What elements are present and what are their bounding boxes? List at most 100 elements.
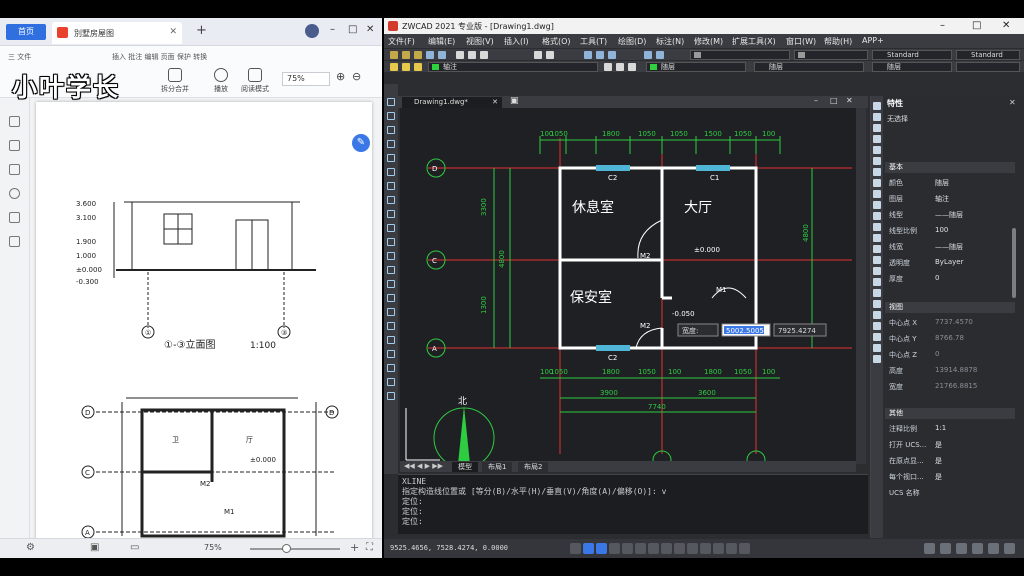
zoom-slider-track[interactable]: [250, 548, 340, 550]
draw-tool-icon[interactable]: [387, 196, 395, 204]
property-value[interactable]: ——随层: [935, 210, 963, 220]
cad-floor-plan[interactable]: D C A 100 1050 1800 1050 1050 1500 1050 …: [400, 108, 856, 464]
command-prompt[interactable]: 定位:: [402, 517, 864, 527]
draw-tool-icon[interactable]: [387, 210, 395, 218]
zoom-window-icon[interactable]: [608, 51, 616, 59]
split-merge-button[interactable]: 拆分合并: [158, 68, 192, 96]
drawing1-tab[interactable]: Drawing1.dwg* ✕: [402, 97, 502, 108]
paste-icon[interactable]: [480, 51, 488, 59]
status-toggle-icon[interactable]: [648, 543, 659, 554]
status-tool-icon[interactable]: [956, 543, 967, 554]
menu-window[interactable]: 窗口(W): [786, 36, 816, 47]
redo-icon[interactable]: [546, 51, 554, 59]
tab-layout1[interactable]: 布局1: [482, 462, 513, 472]
modify-tool-icon[interactable]: [873, 124, 881, 132]
properties-scrollbar[interactable]: [1012, 228, 1016, 298]
status-toggle-icon[interactable]: [661, 543, 672, 554]
textstyle-combo[interactable]: [690, 50, 790, 60]
draw-tool-icon[interactable]: [387, 322, 395, 330]
property-row-view[interactable]: 中心点 Y 8766.78: [889, 334, 1015, 348]
modify-tool-icon[interactable]: [873, 256, 881, 264]
menu-view[interactable]: 视图(V): [466, 36, 494, 47]
draw-tool-icon[interactable]: [387, 182, 395, 190]
style-combo-2[interactable]: Standard: [956, 50, 1020, 60]
property-row-view[interactable]: 中心点 X 7737.4570: [889, 318, 1015, 332]
property-value[interactable]: 8766.78: [935, 334, 964, 342]
group-view[interactable]: 视图: [885, 302, 1015, 313]
zoom-out-icon[interactable]: ⊖: [352, 70, 361, 83]
property-row-other[interactable]: 打开 UCS... 是: [889, 440, 1015, 454]
menu-edit[interactable]: 编辑(E): [428, 36, 455, 47]
draw-tool-icon[interactable]: [387, 336, 395, 344]
panel-close-icon[interactable]: ✕: [1009, 98, 1016, 107]
zoom-slider-handle[interactable]: [282, 544, 291, 553]
zoom-in-icon[interactable]: ⊕: [336, 70, 345, 83]
modify-tool-icon[interactable]: [873, 179, 881, 187]
play-button[interactable]: 播放: [204, 68, 238, 96]
draw-tool-icon[interactable]: [387, 350, 395, 358]
modify-tool-icon[interactable]: [873, 223, 881, 231]
new-file-icon[interactable]: [390, 51, 398, 59]
property-row-other[interactable]: 注释比例 1:1: [889, 424, 1015, 438]
properties-icon[interactable]: [644, 51, 652, 59]
status-tool-icon[interactable]: [972, 543, 983, 554]
status-tool-icon[interactable]: [1004, 543, 1015, 554]
menu-insert[interactable]: 插入(I): [504, 36, 529, 47]
draw-tool-icon[interactable]: [387, 308, 395, 316]
property-row-basic[interactable]: 图层 轴注: [889, 194, 1015, 208]
ribbon-menu-tabs[interactable]: 插入 批注 编辑 页面 保护 转换: [112, 52, 207, 62]
status-toggle-icon[interactable]: [570, 543, 581, 554]
group-basic[interactable]: 基本: [885, 162, 1015, 173]
layer-isolate-icon[interactable]: [628, 63, 636, 71]
property-value[interactable]: 13914.8878: [935, 366, 977, 374]
status-tool-icon[interactable]: [924, 543, 935, 554]
draw-tool-icon[interactable]: [387, 168, 395, 176]
property-value[interactable]: ——随层: [935, 242, 963, 252]
property-value[interactable]: 100: [935, 226, 948, 234]
tab-model[interactable]: 模型: [452, 462, 478, 472]
drawing-vertical-scrollbar[interactable]: [856, 108, 866, 464]
property-value[interactable]: 7737.4570: [935, 318, 973, 326]
viewport-restore-icon[interactable]: □: [830, 96, 838, 105]
tab-nav-icons[interactable]: ◀◀ ◀ ▶ ▶▶: [404, 462, 443, 470]
menu-extension[interactable]: 扩展工具(X): [732, 36, 776, 47]
tab-layout2[interactable]: 布局2: [518, 462, 549, 472]
close-window-icon[interactable]: ✕: [1002, 20, 1010, 31]
linetype-combo[interactable]: 随层: [754, 62, 864, 72]
dimstyle-combo[interactable]: [794, 50, 868, 60]
copy-icon[interactable]: [468, 51, 476, 59]
menu-tools[interactable]: 工具(T): [580, 36, 607, 47]
property-row-basic[interactable]: 颜色 随层: [889, 178, 1015, 192]
status-zoom[interactable]: 75%: [204, 543, 222, 552]
property-value[interactable]: 0: [935, 350, 939, 358]
modify-tool-icon[interactable]: [873, 135, 881, 143]
fit-page-icon[interactable]: ▭: [130, 542, 139, 553]
preview-icon[interactable]: [438, 51, 446, 59]
maximize-icon[interactable]: □: [348, 24, 357, 35]
modify-tool-icon[interactable]: [873, 102, 881, 110]
status-tool-icon[interactable]: [988, 543, 999, 554]
property-value[interactable]: 是: [935, 456, 942, 466]
status-toggle-icon[interactable]: [739, 543, 750, 554]
new-tab-icon[interactable]: +: [196, 23, 207, 38]
status-toggle-icon[interactable]: [583, 543, 594, 554]
menu-draw[interactable]: 绘图(D): [618, 36, 646, 47]
property-row-basic[interactable]: 线型 ——随层: [889, 210, 1015, 224]
menu-help[interactable]: 帮助(H): [824, 36, 852, 47]
style-combo-1[interactable]: Standard: [872, 50, 952, 60]
zoom-select[interactable]: 75%: [282, 72, 330, 86]
close-tab-icon[interactable]: ✕: [169, 27, 177, 37]
settings-icon[interactable]: ⚙: [26, 542, 35, 553]
modify-tool-icon[interactable]: [873, 267, 881, 275]
modify-tool-icon[interactable]: [873, 212, 881, 220]
status-toggle-icon[interactable]: [635, 543, 646, 554]
modify-tool-icon[interactable]: [873, 113, 881, 121]
signature-icon[interactable]: [9, 212, 20, 223]
drawing-canvas[interactable]: D C A 100 1050 1800 1050 1050 1500 1050 …: [400, 108, 856, 464]
modify-tool-icon[interactable]: [873, 234, 881, 242]
color-combo[interactable]: 随层: [646, 62, 746, 72]
property-row-other[interactable]: UCS 名称: [889, 488, 1015, 502]
property-row-view[interactable]: 宽度 21766.8815: [889, 382, 1015, 396]
modify-tool-icon[interactable]: [873, 355, 881, 363]
open-file-icon[interactable]: [402, 51, 410, 59]
